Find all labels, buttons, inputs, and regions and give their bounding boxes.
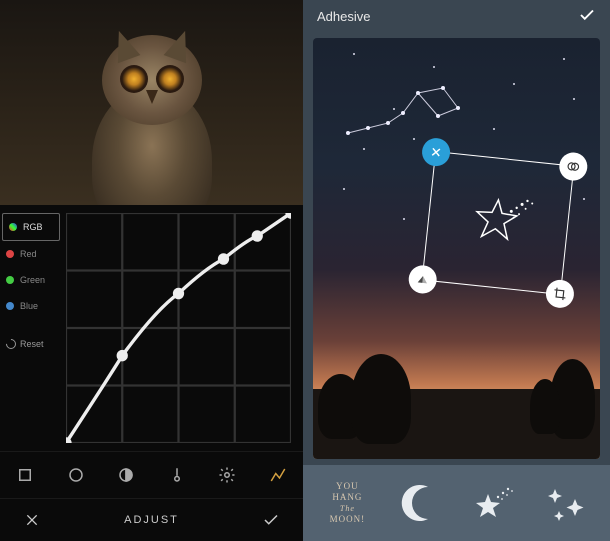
reset-button[interactable]: Reset: [0, 329, 62, 359]
sparkles-icon: [543, 481, 589, 525]
check-icon: [578, 6, 596, 24]
overlap-circles-icon: [566, 159, 581, 174]
photo-editor-left: RGB Red Green Blue Reset: [0, 0, 303, 541]
close-icon: [428, 144, 443, 159]
sticker-shooting-star[interactable]: [463, 473, 523, 533]
vignette-tool[interactable]: [58, 457, 94, 493]
crop-icon: [552, 286, 567, 301]
temperature-tool[interactable]: [159, 457, 195, 493]
curves-editor: RGB Red Green Blue Reset: [0, 205, 303, 451]
image-preview: [0, 0, 303, 205]
reset-label: Reset: [20, 339, 44, 349]
crop-icon: [16, 466, 34, 484]
sticker-selection-box[interactable]: [422, 151, 575, 295]
sticker-canvas[interactable]: [313, 38, 600, 459]
shooting-star-sticker[interactable]: [455, 184, 542, 262]
bottom-bar: ADJUST: [0, 498, 303, 541]
sticker-blend-handle[interactable]: [558, 151, 589, 182]
rgb-swatch-icon: [9, 223, 17, 231]
constellation-icon: [343, 78, 483, 148]
flip-icon: [415, 272, 430, 287]
channel-green[interactable]: Green: [0, 267, 62, 293]
circle-icon: [67, 466, 85, 484]
channel-rgb[interactable]: RGB: [2, 213, 60, 241]
sticker-crescent-moon[interactable]: [390, 473, 450, 533]
red-swatch-icon: [6, 250, 14, 258]
apply-button[interactable]: [578, 6, 596, 27]
tree-silhouette: [530, 379, 560, 434]
text-sticker-label: YOUHANGTheMOON!: [330, 481, 366, 525]
sticker-text-moon[interactable]: YOUHANGTheMOON!: [317, 473, 377, 533]
channel-red-label: Red: [20, 249, 37, 259]
thermometer-icon: [168, 466, 186, 484]
cancel-button[interactable]: [18, 506, 46, 534]
gear-icon: [218, 466, 236, 484]
sticker-scale-handle[interactable]: [545, 278, 576, 309]
crescent-moon-icon: [398, 481, 442, 525]
curve-grid[interactable]: [66, 213, 291, 443]
header-title: Adhesive: [317, 9, 370, 24]
sticker-sparkles[interactable]: [536, 473, 596, 533]
tool-row: [0, 451, 303, 498]
check-icon: [262, 511, 280, 529]
sticker-editor-right: Adhesive: [303, 0, 610, 541]
confirm-button[interactable]: [257, 506, 285, 534]
close-icon: [24, 512, 40, 528]
tree-silhouette: [351, 354, 411, 444]
blue-swatch-icon: [6, 302, 14, 310]
green-swatch-icon: [6, 276, 14, 284]
crop-tool[interactable]: [7, 457, 43, 493]
adjust-tool[interactable]: [108, 457, 144, 493]
channel-rgb-label: RGB: [23, 222, 43, 232]
settings-tool[interactable]: [209, 457, 245, 493]
channel-green-label: Green: [20, 275, 45, 285]
channel-blue[interactable]: Blue: [0, 293, 62, 319]
channel-list: RGB Red Green Blue Reset: [0, 205, 62, 451]
channel-red[interactable]: Red: [0, 241, 62, 267]
owl-photo: [82, 35, 222, 205]
contrast-icon: [117, 466, 135, 484]
shooting-star-icon: [468, 481, 518, 525]
sticker-tray: YOUHANGTheMOON!: [303, 465, 610, 541]
channel-blue-label: Blue: [20, 301, 38, 311]
right-header: Adhesive: [303, 0, 610, 32]
sticker-flip-handle[interactable]: [407, 264, 438, 295]
curves-tool[interactable]: [260, 457, 296, 493]
mode-title: ADJUST: [124, 514, 179, 526]
reset-icon: [4, 337, 18, 351]
curves-icon: [269, 466, 287, 484]
